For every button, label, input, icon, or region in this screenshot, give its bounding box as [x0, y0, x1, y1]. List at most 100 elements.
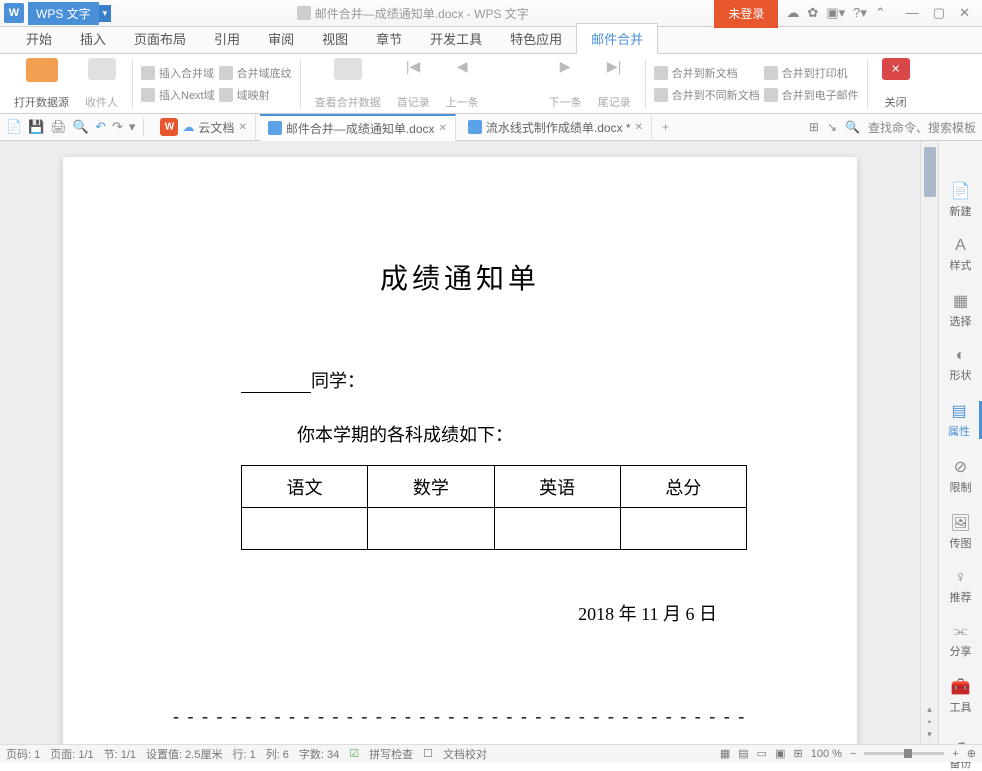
cloud-icon[interactable]: ☁: [786, 5, 799, 21]
help-icon[interactable]: ?▾: [853, 5, 867, 21]
date-line[interactable]: 2018 年 11 月 6 日: [173, 600, 717, 626]
merge-new-doc-button[interactable]: 合并到新文档: [654, 65, 760, 81]
tab-references[interactable]: 引用: [200, 24, 254, 53]
sidebar-restrict[interactable]: ⊘限制: [950, 457, 972, 495]
tab-developer[interactable]: 开发工具: [416, 24, 496, 53]
scrollbar-thumb[interactable]: [924, 147, 936, 197]
student-line[interactable]: 同学：: [241, 367, 747, 393]
next-record-button[interactable]: ▶ 下一条: [543, 58, 588, 110]
data-cell[interactable]: [368, 508, 494, 550]
doc-check-indicator[interactable]: ☐: [423, 747, 433, 760]
app-dropdown-icon[interactable]: ▾: [99, 5, 112, 22]
tab-page-layout[interactable]: 页面布局: [120, 24, 200, 53]
table-data-row[interactable]: [242, 508, 747, 550]
scroll-marker-icon[interactable]: •: [928, 717, 931, 727]
tab-review[interactable]: 审阅: [254, 24, 308, 53]
print-preview-icon[interactable]: 🔍: [73, 119, 89, 135]
status-page-count[interactable]: 页面: 1/1: [50, 746, 93, 762]
close-icon[interactable]: ✕: [959, 5, 970, 21]
sidebar-recommend[interactable]: ♀推荐: [950, 569, 972, 605]
tab-close-icon[interactable]: ✕: [635, 122, 643, 133]
search-icon[interactable]: 🔍: [845, 120, 860, 134]
header-cell[interactable]: 语文: [242, 466, 368, 508]
status-position[interactable]: 设置值: 2.5厘米: [146, 746, 222, 762]
login-button[interactable]: 未登录: [714, 0, 778, 28]
header-cell[interactable]: 数学: [368, 466, 494, 508]
close-merge-button[interactable]: 关闭: [876, 58, 916, 110]
redo-icon[interactable]: ↷: [112, 119, 123, 135]
sidebar-shape[interactable]: ◐形状: [950, 347, 972, 383]
spell-check-indicator[interactable]: ☑: [349, 747, 359, 760]
view-mode-5-icon[interactable]: ⊞: [793, 747, 802, 760]
tab-insert[interactable]: 插入: [66, 24, 120, 53]
zoom-out-icon[interactable]: −: [850, 748, 856, 760]
status-page-num[interactable]: 页码: 1: [6, 746, 40, 762]
status-char-count[interactable]: 字数: 34: [299, 746, 339, 762]
sidebar-image[interactable]: 🖼传图: [950, 513, 972, 551]
tab-mail-merge[interactable]: 邮件合并: [576, 23, 658, 54]
intro-line[interactable]: 你本学期的各科成绩如下：: [297, 421, 747, 447]
sidebar-share[interactable]: ⫘分享: [950, 623, 972, 659]
score-table[interactable]: 语文 数学 英语 总分: [241, 465, 747, 550]
save-icon[interactable]: 💾: [28, 119, 44, 135]
status-line[interactable]: 行: 1: [232, 746, 255, 762]
insert-merge-field-button[interactable]: 插入合并域: [141, 65, 215, 81]
view-mode-2-icon[interactable]: ▤: [738, 747, 748, 760]
collapse-icon[interactable]: ↘: [827, 120, 837, 134]
zoom-thumb[interactable]: [904, 749, 912, 758]
dashed-separator[interactable]: - - - - - - - - - - - - - - - - - - - - …: [173, 706, 747, 727]
open-data-source-button[interactable]: 打开数据源: [8, 58, 75, 110]
page[interactable]: 成绩通知单 同学： 你本学期的各科成绩如下： 语文 数学 英语 总分 2018 …: [63, 157, 857, 744]
first-record-button[interactable]: |◀ 首记录: [391, 58, 436, 110]
tab-special[interactable]: 特色应用: [496, 24, 576, 53]
settings-icon[interactable]: ✿: [807, 5, 818, 21]
data-cell[interactable]: [242, 508, 368, 550]
undo-icon[interactable]: ↶: [95, 119, 106, 135]
sidebar-properties[interactable]: ▤属性: [939, 401, 982, 439]
new-file-icon[interactable]: 📄: [6, 119, 22, 135]
merge-email-button[interactable]: 合并到电子邮件: [764, 87, 859, 103]
last-record-button[interactable]: ▶| 尾记录: [592, 58, 637, 110]
fit-icon[interactable]: ⊕: [967, 747, 976, 760]
table-header-row[interactable]: 语文 数学 英语 总分: [242, 466, 747, 508]
tab-view[interactable]: 视图: [308, 24, 362, 53]
sidebar-select[interactable]: ▦选择: [950, 291, 972, 329]
cloud-doc-tab[interactable]: ☁ 云文档 ✕: [152, 114, 255, 140]
tab-close-icon[interactable]: ✕: [439, 123, 447, 134]
scroll-up-icon[interactable]: ▴: [927, 704, 932, 715]
print-icon[interactable]: 🖨: [50, 119, 67, 135]
tab-chapter[interactable]: 章节: [362, 24, 416, 53]
doc-tab-2[interactable]: 流水线式制作成绩单.docx * ✕: [460, 115, 652, 140]
data-cell[interactable]: [620, 508, 746, 550]
tab-start[interactable]: 开始: [12, 24, 66, 53]
document-title[interactable]: 成绩通知单: [173, 257, 747, 297]
insert-next-button[interactable]: 插入Next域: [141, 87, 215, 103]
sidebar-tools[interactable]: 🧰工具: [950, 677, 972, 715]
doc-tab-1[interactable]: 邮件合并—成绩通知单.docx ✕: [260, 114, 456, 141]
prev-record-button[interactable]: ◀ 上一条: [440, 58, 485, 110]
vertical-scrollbar[interactable]: ▴ • ▾: [920, 141, 938, 744]
view-mode-1-icon[interactable]: ▦: [720, 747, 730, 760]
sidebar-new[interactable]: 📄新建: [950, 181, 972, 219]
tab-close-icon[interactable]: ✕: [238, 122, 246, 133]
status-section[interactable]: 节: 1/1: [104, 746, 136, 762]
sidebar-style[interactable]: A样式: [950, 237, 972, 273]
field-mapping-button[interactable]: 域映射: [219, 87, 292, 103]
header-cell[interactable]: 总分: [620, 466, 746, 508]
view-merge-data-button[interactable]: 查看合并数据: [309, 58, 387, 110]
data-cell[interactable]: [494, 508, 620, 550]
view-mode-3-icon[interactable]: ▭: [757, 747, 767, 760]
qat-more-icon[interactable]: ▾: [129, 119, 136, 135]
ribbon-toggle-icon[interactable]: ⌃: [875, 5, 886, 21]
blank-field[interactable]: [241, 392, 311, 393]
add-tab-icon[interactable]: +: [656, 120, 675, 134]
document-viewport[interactable]: ▤▾ 成绩通知单 同学： 你本学期的各科成绩如下： 语文 数学 英语 总分: [0, 141, 920, 744]
minimize-icon[interactable]: —: [906, 5, 919, 21]
maximize-icon[interactable]: ▢: [933, 5, 945, 21]
search-text[interactable]: 查找命令、搜索模板: [868, 119, 976, 136]
scroll-down-icon[interactable]: ▾: [927, 729, 932, 740]
status-column[interactable]: 列: 6: [266, 746, 289, 762]
zoom-slider[interactable]: [864, 752, 944, 755]
merge-printer-button[interactable]: 合并到打印机: [764, 65, 859, 81]
tab-list-icon[interactable]: ⊞: [809, 120, 819, 134]
